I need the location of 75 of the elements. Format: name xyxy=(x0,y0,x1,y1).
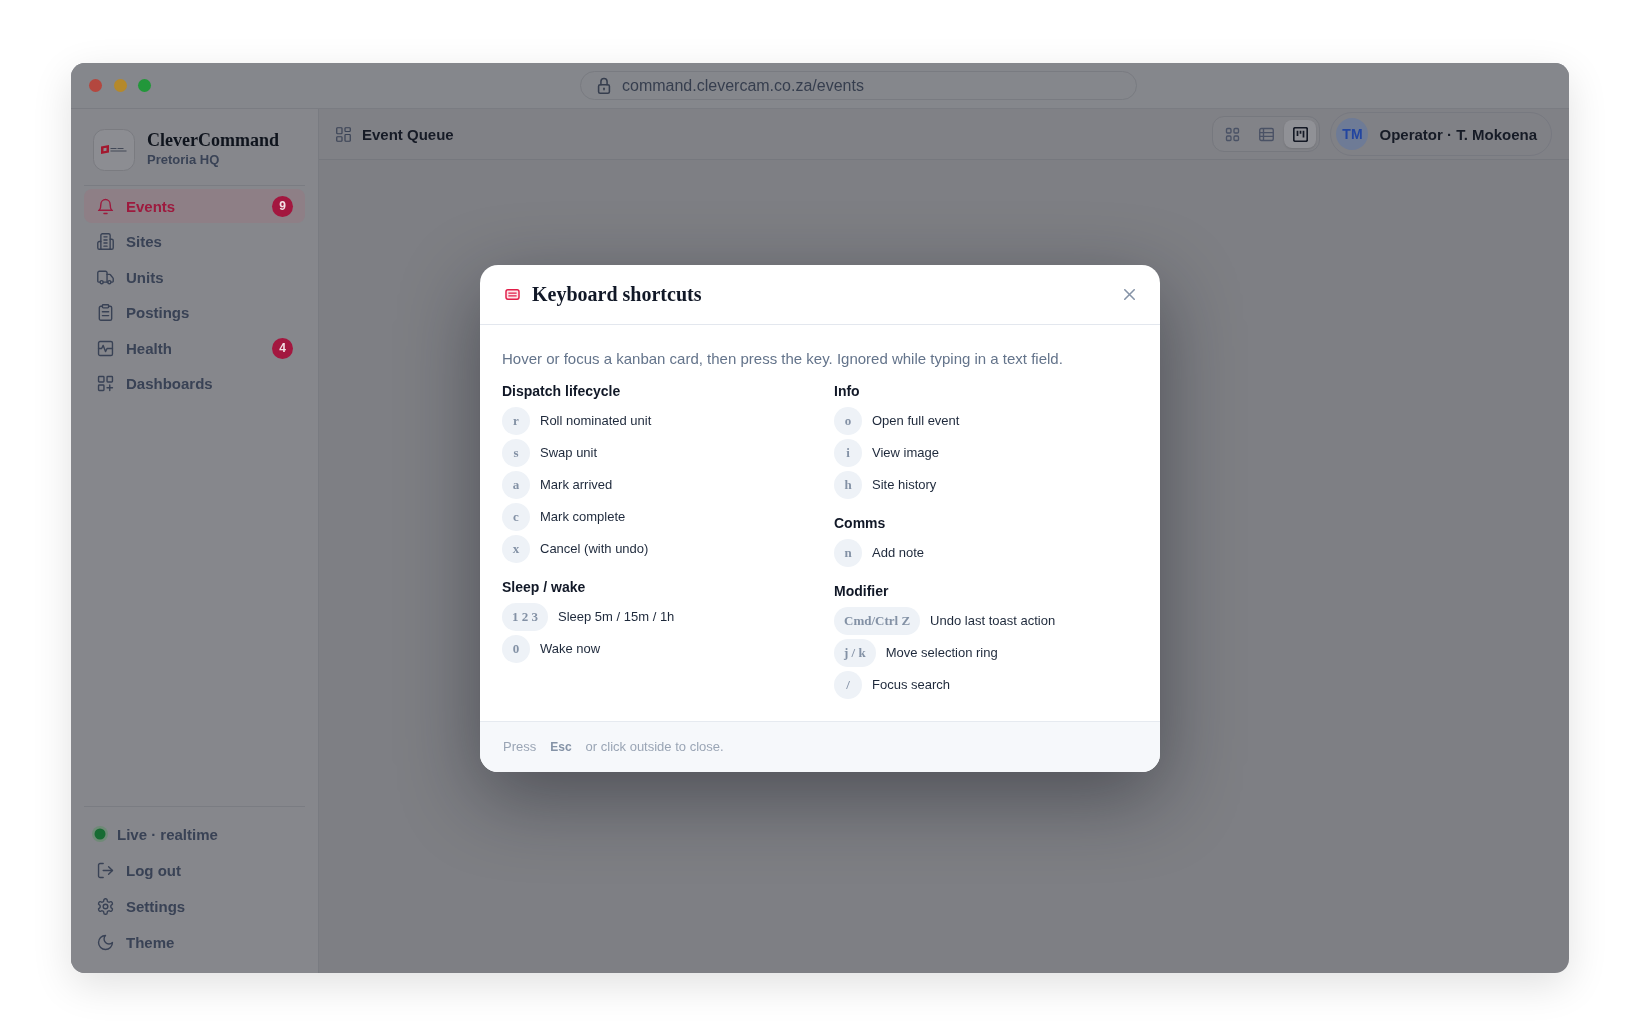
maximize-window-icon[interactable] xyxy=(138,79,151,92)
key-cap: r xyxy=(502,406,530,435)
nav-item[interactable]: Theme xyxy=(84,925,305,959)
key-cap: x xyxy=(502,534,530,563)
moon-icon xyxy=(97,933,114,951)
key-cap: s xyxy=(502,438,530,467)
key-cap: a xyxy=(502,470,530,499)
dialog-title: Keyboard shortcuts xyxy=(532,282,702,306)
shortcut-label: Focus search xyxy=(872,677,951,692)
dashboard-icon xyxy=(97,375,114,393)
minimize-window-icon[interactable] xyxy=(113,79,127,92)
count-badge: 4 xyxy=(272,337,293,359)
shortcut-label: Site history xyxy=(872,477,937,492)
close-icon xyxy=(1123,288,1135,300)
section-heading: Info xyxy=(834,381,860,401)
key-cap: / xyxy=(834,670,862,699)
nav-item[interactable]: Dashboards xyxy=(84,366,305,401)
clipboard-icon xyxy=(97,304,114,322)
keyboard-icon xyxy=(505,288,520,300)
brand-location: Pretoria HQ xyxy=(147,151,221,169)
nav-item[interactable]: Postings xyxy=(84,295,305,330)
view-mode-button[interactable] xyxy=(1284,120,1317,148)
logout-icon xyxy=(97,861,114,879)
layout-icon xyxy=(336,126,351,142)
key-cap: j / k xyxy=(834,638,876,667)
kanban-icon xyxy=(1292,126,1308,142)
settings-icon xyxy=(97,897,114,915)
key-cap: o xyxy=(834,406,862,435)
dialog-description: Hover or focus a kanban card, then press the key. Ignored while typing in a text field. xyxy=(502,348,1064,369)
list-icon xyxy=(1258,126,1274,142)
shortcut-label: Wake now xyxy=(540,641,601,656)
nav-item[interactable]: Sites xyxy=(84,224,305,259)
user-avatar: TM xyxy=(1336,118,1369,150)
shortcut-label: Mark arrived xyxy=(540,477,613,492)
shortcut-label: Open full event xyxy=(872,413,960,428)
shortcut-label: Roll nominated unit xyxy=(540,413,652,428)
footer-text: Press xyxy=(503,739,537,754)
grid-icon xyxy=(1224,126,1240,142)
section-heading: Sleep / wake xyxy=(502,577,586,597)
page-title: Event Queue xyxy=(362,125,454,143)
pulse-icon xyxy=(97,339,114,357)
key-cap: c xyxy=(502,502,530,531)
footer-text: or click outside to close. xyxy=(585,739,724,754)
section-heading: Dispatch lifecycle xyxy=(502,381,621,401)
section-heading: Comms xyxy=(834,513,886,533)
shortcut-label: Swap unit xyxy=(540,445,598,460)
logo-icon xyxy=(93,129,135,171)
status-label: Live · realtime xyxy=(117,825,218,843)
shortcut-label: Sleep 5m / 15m / 1h xyxy=(558,609,675,624)
close-window-icon[interactable] xyxy=(89,79,102,92)
key-cap: 0 xyxy=(502,634,530,663)
nav-item[interactable]: Log out xyxy=(84,853,305,887)
brand-name: CleverCommand xyxy=(147,129,279,151)
shortcut-label: Undo last toast action xyxy=(930,613,1056,628)
shortcut-label: Add note xyxy=(872,545,925,560)
key-cap: 1 2 3 xyxy=(502,602,548,631)
key-cap: n xyxy=(834,538,862,567)
nav-item[interactable]: Events 9 xyxy=(84,189,305,223)
count-badge: 9 xyxy=(272,195,293,217)
nav-item[interactable]: Units xyxy=(84,260,305,295)
key-cap: Cmd/Ctrl Z xyxy=(834,606,921,635)
key-cap: i xyxy=(834,438,862,467)
key-label: Esc xyxy=(550,739,572,754)
key-cap: h xyxy=(834,470,862,499)
shortcut-label: View image xyxy=(872,445,939,460)
nav-item[interactable]: Settings xyxy=(84,889,305,923)
bell-icon xyxy=(97,197,114,215)
lock-icon xyxy=(597,77,611,94)
shortcut-label: Move selection ring xyxy=(885,645,998,660)
nav-item[interactable]: Health 4 xyxy=(84,331,305,366)
shortcut-label: Cancel (with undo) xyxy=(540,541,649,556)
truck-icon xyxy=(97,268,114,286)
building-icon xyxy=(97,233,114,251)
shortcut-label: Mark complete xyxy=(540,509,626,524)
section-heading: Modifier xyxy=(834,581,889,601)
